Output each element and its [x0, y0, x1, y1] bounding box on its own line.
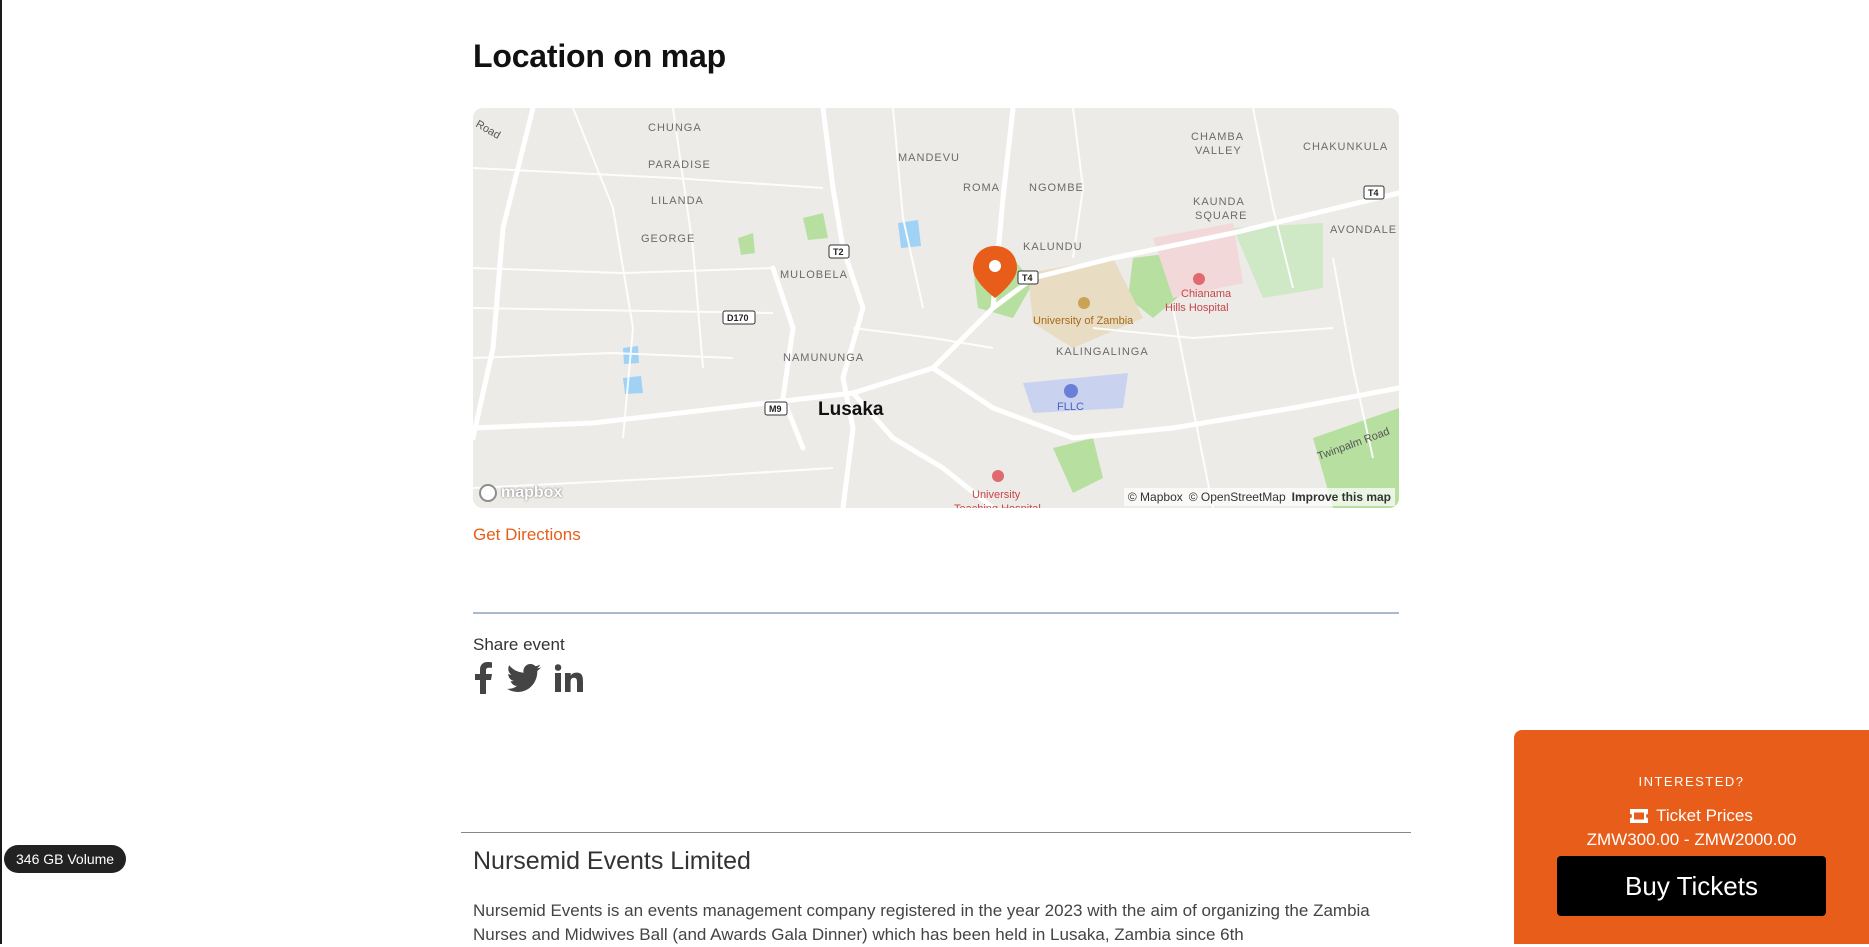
- svg-text:Teaching Hospital: Teaching Hospital: [954, 503, 1041, 508]
- svg-text:FLLC: FLLC: [1057, 401, 1084, 413]
- price-range: ZMW300.00 - ZMW2000.00: [1586, 830, 1797, 849]
- svg-text:VALLEY: VALLEY: [1195, 145, 1242, 157]
- mapbox-logo[interactable]: mapbox: [479, 484, 562, 502]
- svg-text:GEORGE: GEORGE: [641, 233, 695, 245]
- svg-text:KALINGALINGA: KALINGALINGA: [1056, 346, 1149, 358]
- svg-text:Chianama: Chianama: [1181, 288, 1232, 300]
- svg-text:AVONDALE: AVONDALE: [1330, 224, 1397, 236]
- map-attribution: © Mapbox © OpenStreetMap Improve this ma…: [1123, 488, 1395, 506]
- map-canvas[interactable]: CHUNGA PARADISE LILANDA GEORGE MANDEVU R…: [473, 108, 1399, 508]
- svg-text:MULOBELA: MULOBELA: [780, 269, 848, 281]
- svg-text:KALUNDU: KALUNDU: [1023, 241, 1083, 253]
- location-title: Location on map: [473, 38, 727, 74]
- svg-text:Lusaka: Lusaka: [818, 399, 884, 420]
- svg-text:SQUARE: SQUARE: [1195, 210, 1247, 222]
- svg-text:D170: D170: [727, 313, 749, 323]
- section-divider: [473, 612, 1399, 614]
- organizer-description: Nursemid Events is an events management …: [473, 901, 1370, 944]
- svg-text:Hills Hospital: Hills Hospital: [1165, 302, 1229, 314]
- volume-badge[interactable]: 346 GB Volume: [4, 845, 127, 873]
- window-left-edge: [0, 0, 2, 944]
- svg-text:MANDEVU: MANDEVU: [898, 152, 960, 164]
- location-map[interactable]: CHUNGA PARADISE LILANDA GEORGE MANDEVU R…: [473, 108, 1399, 508]
- mapbox-logo-text: mapbox: [501, 484, 563, 501]
- svg-text:CHAMBA: CHAMBA: [1191, 131, 1244, 143]
- svg-text:LILANDA: LILANDA: [651, 195, 704, 207]
- svg-text:University: University: [972, 489, 1021, 501]
- osm-attribution-link[interactable]: © OpenStreetMap: [1189, 490, 1286, 504]
- mapbox-logo-icon: [479, 484, 497, 502]
- improve-map-link[interactable]: Improve this map: [1292, 490, 1391, 504]
- svg-text:University of Zambia: University of Zambia: [1033, 315, 1134, 327]
- svg-text:NAMUNUNGA: NAMUNUNGA: [783, 352, 864, 364]
- share-icons: [473, 662, 583, 694]
- organizer-divider: [461, 832, 1411, 833]
- ticket-card: INTERESTED? Ticket Prices ZMW300.00 - ZM…: [1514, 730, 1869, 944]
- buy-tickets-button[interactable]: Buy Tickets: [1557, 856, 1826, 916]
- svg-text:ROMA: ROMA: [963, 182, 1000, 194]
- get-directions-link[interactable]: Get Directions: [473, 525, 581, 545]
- twitter-icon[interactable]: [507, 663, 541, 693]
- svg-text:NGOMBE: NGOMBE: [1029, 182, 1084, 194]
- ticket-icon: [1630, 809, 1649, 823]
- mapbox-attribution-link[interactable]: © Mapbox: [1128, 490, 1183, 504]
- organizer-name: Nursemid Events Limited: [473, 847, 751, 875]
- facebook-icon[interactable]: [473, 662, 493, 694]
- svg-text:T4: T4: [1368, 188, 1379, 198]
- svg-text:PARADISE: PARADISE: [648, 159, 711, 171]
- svg-text:M9: M9: [769, 404, 782, 414]
- svg-text:T4: T4: [1022, 273, 1033, 283]
- ticket-prices-row: Ticket Prices: [1514, 806, 1869, 826]
- interested-label: INTERESTED?: [1638, 774, 1745, 789]
- svg-text:KAUNDA: KAUNDA: [1193, 196, 1245, 208]
- share-event-label: Share event: [473, 635, 565, 654]
- svg-text:T2: T2: [833, 247, 844, 257]
- linkedin-icon[interactable]: [555, 664, 583, 692]
- svg-text:CHAKUNKULA: CHAKUNKULA: [1303, 141, 1388, 153]
- svg-text:CHUNGA: CHUNGA: [648, 122, 702, 134]
- ticket-prices-label: Ticket Prices: [1656, 806, 1753, 825]
